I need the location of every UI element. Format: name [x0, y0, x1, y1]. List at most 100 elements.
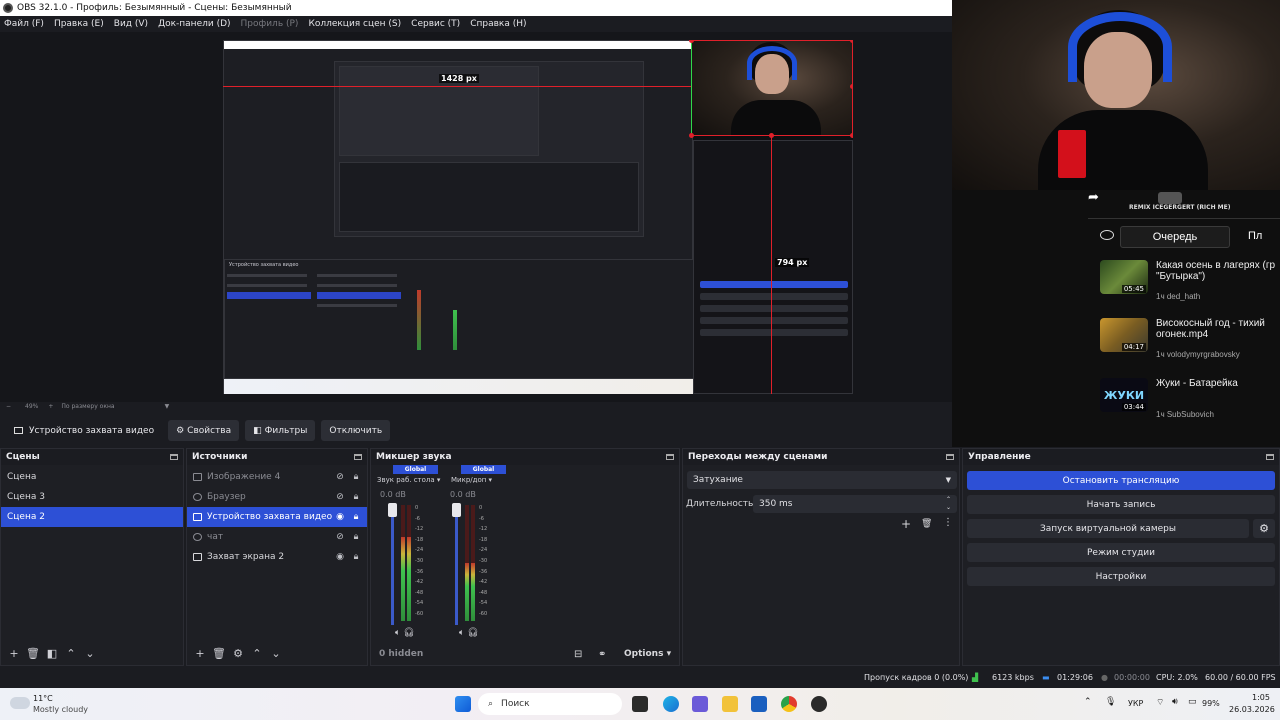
volume-fader-track[interactable]	[455, 505, 458, 625]
menu-scene-collection[interactable]: Коллекция сцен (S)	[308, 19, 401, 29]
file-explorer-icon[interactable]	[722, 696, 738, 712]
tab-next[interactable]: Пл	[1248, 230, 1262, 242]
queue-item[interactable]: 04:17 Високосный год - тихий огонек.mp4 …	[1100, 318, 1280, 376]
source-item[interactable]: чат ⊘ 🔒︎	[187, 527, 367, 547]
zoom-dropdown-icon[interactable]: ▼	[165, 403, 170, 410]
more-icon[interactable]: ⋮	[943, 517, 953, 528]
menu-edit[interactable]: Правка (E)	[54, 19, 104, 29]
teams-icon[interactable]	[692, 696, 708, 712]
lock-icon[interactable]: 🔒︎	[351, 512, 361, 522]
speaker-icon[interactable]: 🔈︎	[395, 628, 400, 638]
deactivate-button[interactable]: Отключить	[321, 420, 391, 441]
eye-icon[interactable]	[1100, 230, 1114, 240]
lock-icon[interactable]: 🔒︎	[351, 552, 361, 562]
resize-handle[interactable]	[769, 133, 774, 138]
link-icon[interactable]: ⚭	[598, 649, 606, 660]
weather-desc[interactable]: Mostly cloudy	[33, 705, 88, 714]
share-icon[interactable]: ➦	[1088, 190, 1099, 205]
layout-icon[interactable]: ⊟	[574, 649, 582, 660]
undock-icon[interactable]	[170, 454, 178, 460]
scene-item-selected[interactable]: Сцена 2	[1, 507, 183, 527]
source-item[interactable]: Захват экрана 2 ◉ 🔒︎	[187, 547, 367, 567]
channel-avatar[interactable]	[1158, 192, 1182, 204]
eye-hidden-icon[interactable]: ⊘	[335, 492, 345, 502]
add-source-button[interactable]: +	[193, 647, 207, 661]
chrome-icon[interactable]	[781, 696, 797, 712]
options-button[interactable]: Options ▾	[624, 649, 671, 659]
menu-file[interactable]: Файл (F)	[4, 19, 44, 29]
taskbar-search[interactable]: ⌕ Поиск	[478, 693, 622, 715]
queue-item[interactable]: 05:45 Какая осень в лагерях (гр "Бутырка…	[1100, 260, 1280, 318]
start-record-button[interactable]: Начать запись	[967, 495, 1275, 514]
zoom-plus-button[interactable]: +	[48, 403, 53, 410]
window-titlebar[interactable]: OBS 32.1.0 - Профиль: Безымянный - Сцены…	[0, 0, 952, 16]
zoom-mode[interactable]: По размеру окна	[61, 403, 114, 410]
volume-fader-knob[interactable]	[452, 503, 461, 517]
duration-input[interactable]: 350 ms ⌃ ⌄	[753, 495, 957, 513]
virtual-camera-button[interactable]: Запуск виртуальной камеры	[967, 519, 1249, 538]
menu-view[interactable]: Вид (V)	[114, 19, 148, 29]
headphones-icon[interactable]: 🎧︎	[467, 628, 478, 638]
preview-canvas[interactable]: Устройство захвата видео 1428 px 794 px	[223, 40, 853, 394]
task-view-icon[interactable]	[632, 696, 648, 712]
source-item-selected[interactable]: Устройство захвата видео ◉ 🔒︎	[187, 507, 367, 527]
scene-item[interactable]: Сцена	[1, 467, 183, 487]
undock-icon[interactable]	[354, 454, 362, 460]
settings-button[interactable]: Настройки	[967, 567, 1275, 586]
trash-icon[interactable]: 🗑	[921, 519, 932, 529]
zoom-minus-button[interactable]: −	[6, 403, 11, 410]
store-icon[interactable]	[751, 696, 767, 712]
resize-handle[interactable]	[850, 84, 853, 89]
clock-date[interactable]: 26.03.2026	[1229, 705, 1275, 714]
eye-icon[interactable]: ◉	[335, 512, 345, 522]
microphone-icon[interactable]: 🎙︎	[1105, 697, 1116, 707]
stop-stream-button[interactable]: Остановить трансляцию	[967, 471, 1275, 490]
volume-fader-knob[interactable]	[388, 503, 397, 517]
headphones-icon[interactable]: 🎧︎	[403, 628, 414, 638]
volume-fader-track[interactable]	[391, 505, 394, 625]
menu-docks[interactable]: Док-панели (D)	[158, 19, 230, 29]
webcam-source[interactable]	[691, 40, 853, 136]
properties-button[interactable]: ⚙ Свойства	[168, 420, 240, 441]
speaker-icon[interactable]: 🔈︎	[459, 628, 464, 638]
language-indicator[interactable]: УКР	[1128, 699, 1143, 708]
source-item[interactable]: Изображение 4 ⊘ 🔒︎	[187, 467, 367, 487]
trash-icon[interactable]: 🗑	[212, 647, 226, 661]
move-down-icon[interactable]: ⌄	[83, 647, 97, 661]
filter-icon[interactable]: ◧	[45, 647, 59, 661]
start-icon[interactable]	[455, 696, 471, 712]
obs-taskbar-icon[interactable]	[811, 696, 827, 712]
lock-icon[interactable]: 🔒︎	[351, 492, 361, 502]
lock-icon[interactable]: 🔒︎	[351, 532, 361, 542]
menu-help[interactable]: Справка (H)	[470, 19, 526, 29]
trash-icon[interactable]: 🗑	[26, 647, 40, 661]
resize-handle[interactable]	[689, 133, 694, 138]
transition-select[interactable]: Затухание ▼	[687, 471, 957, 489]
gear-icon[interactable]: ⚙	[1253, 519, 1275, 538]
queue-item[interactable]: ЖУКИ 03:44 Жуки - Батарейка 1ч SubSubovi…	[1100, 378, 1280, 436]
clock-time[interactable]: 1:05	[1252, 693, 1270, 702]
gear-icon[interactable]: ⚙	[231, 647, 245, 661]
move-up-icon[interactable]: ⌃	[64, 647, 78, 661]
undock-icon[interactable]	[666, 454, 674, 460]
channel-name[interactable]: Звук раб. стола ▾	[377, 476, 440, 484]
studio-mode-button[interactable]: Режим студии	[967, 543, 1275, 562]
scene-item[interactable]: Сцена 3	[1, 487, 183, 507]
undock-icon[interactable]	[1266, 454, 1274, 460]
menu-tools[interactable]: Сервис (T)	[411, 19, 460, 29]
move-down-icon[interactable]: ⌄	[269, 647, 283, 661]
eye-hidden-icon[interactable]: ⊘	[335, 472, 345, 482]
eye-hidden-icon[interactable]: ⊘	[335, 532, 345, 542]
tray-expand-icon[interactable]: ⌃	[1084, 697, 1092, 707]
undock-icon[interactable]	[946, 454, 954, 460]
lock-icon[interactable]: 🔒︎	[351, 472, 361, 482]
preview-area[interactable]: Устройство захвата видео 1428 px 794 px	[0, 32, 1073, 402]
resize-handle[interactable]	[850, 133, 853, 138]
filters-button[interactable]: ◧ Фильтры	[245, 420, 316, 441]
battery-icon[interactable]: ▭	[1188, 697, 1197, 707]
add-transition-button[interactable]: +	[901, 517, 911, 531]
move-up-icon[interactable]: ⌃	[250, 647, 264, 661]
channel-name[interactable]: Микр/доп ▾	[451, 476, 492, 484]
tab-queue[interactable]: Очередь	[1120, 226, 1230, 248]
source-item[interactable]: Браузер ⊘ 🔒︎	[187, 487, 367, 507]
